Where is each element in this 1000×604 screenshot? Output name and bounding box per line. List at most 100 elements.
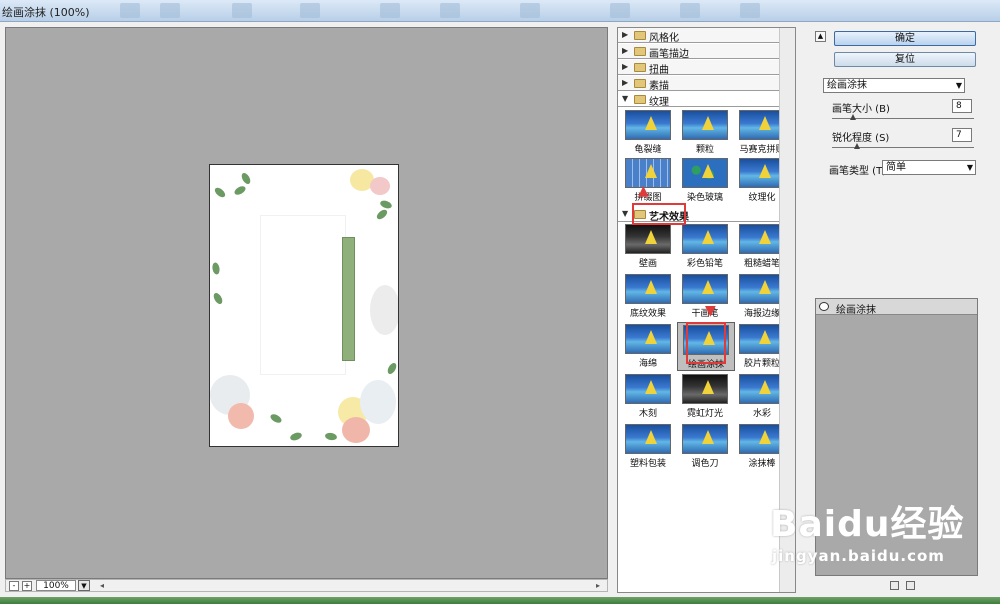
window-title: 绘画涂抹 (100%) xyxy=(2,6,90,19)
category-brush-strokes[interactable]: ▶ 画笔描边 xyxy=(618,44,780,60)
blurred-taskbar-icon xyxy=(380,3,400,18)
blurred-taskbar-icon xyxy=(440,3,460,18)
filter-preview-image xyxy=(625,274,671,304)
filter-preview-image xyxy=(682,224,728,254)
folder-icon xyxy=(634,63,646,72)
watermark: Baidu经验 jingyan.baidu.com xyxy=(770,504,965,565)
leaf-decoration xyxy=(379,199,393,210)
filter-preview-image xyxy=(682,424,728,454)
zoom-bar: - + 100% ▼ ◂ ▸ xyxy=(5,579,608,592)
effect-layer-row[interactable]: 绘画涂抹 xyxy=(816,299,977,316)
expand-arrow-icon: ▶ xyxy=(622,78,629,87)
filter-preview-image xyxy=(682,110,728,140)
brush-size-label: 画笔大小 (B) xyxy=(832,104,890,115)
sharpness-slider-knob[interactable] xyxy=(854,143,860,149)
brush-type-label: 画笔类型 (T): xyxy=(829,166,890,177)
blurred-taskbar-icon xyxy=(520,3,540,18)
zoom-dropdown-button[interactable]: ▼ xyxy=(78,580,90,591)
horizontal-scrollbar[interactable]: ◂ ▸ xyxy=(100,581,600,590)
filter-thumb[interactable]: 霓虹灯光 xyxy=(679,374,731,419)
flower-decoration xyxy=(342,417,370,443)
zoom-out-button[interactable]: - xyxy=(9,581,19,591)
blurred-taskbar-icon xyxy=(300,3,320,18)
flower-decoration xyxy=(360,380,396,424)
leaf-decoration xyxy=(324,432,338,441)
annotation-highlight-box xyxy=(686,322,726,364)
blurred-taskbar-icon xyxy=(120,3,140,18)
preview-image xyxy=(209,164,399,447)
filter-thumb[interactable]: 调色刀 xyxy=(679,424,731,469)
expand-arrow-icon: ▶ xyxy=(622,62,629,71)
flower-decoration xyxy=(370,177,390,195)
sharpness-label: 锐化程度 (S) xyxy=(832,133,890,144)
expand-arrow-icon: ▶ xyxy=(622,30,629,39)
category-stylize[interactable]: ▶ 风格化 xyxy=(618,28,780,44)
filter-thumb[interactable]: 颗粒 xyxy=(679,110,731,155)
reset-button[interactable]: 复位 xyxy=(834,52,976,67)
filter-thumb[interactable]: 塑料包装 xyxy=(622,424,674,469)
leaf-decoration xyxy=(269,412,283,425)
filter-select[interactable]: 绘画涂抹 ▼ xyxy=(823,78,965,93)
sharpness-field[interactable]: 7 xyxy=(952,128,972,142)
brush-size-field[interactable]: 8 xyxy=(952,99,972,113)
image-frame-outline xyxy=(260,215,346,375)
filter-thumb[interactable]: 底纹效果 xyxy=(622,274,674,319)
filter-preview-image xyxy=(625,424,671,454)
leaf-decoration xyxy=(239,171,253,186)
leaf-decoration xyxy=(375,207,389,222)
folder-icon xyxy=(634,47,646,56)
filter-thumb[interactable]: 壁画 xyxy=(622,224,674,269)
image-green-bar xyxy=(342,237,355,361)
filter-thumb[interactable]: 木刻 xyxy=(622,374,674,419)
new-effect-layer-icon[interactable] xyxy=(890,581,899,590)
zoom-level-field[interactable]: 100% xyxy=(36,580,76,591)
category-distort[interactable]: ▶ 扭曲 xyxy=(618,60,780,76)
preview-area[interactable] xyxy=(5,27,608,579)
taskbar-strip xyxy=(0,597,1000,604)
delete-effect-layer-icon[interactable] xyxy=(906,581,915,590)
filter-preview-image xyxy=(682,374,728,404)
annotation-highlight-box xyxy=(632,203,686,225)
leaf-decoration xyxy=(211,261,221,276)
scroll-right-icon[interactable]: ▸ xyxy=(596,581,600,590)
collapse-arrow-icon: ▼ xyxy=(622,209,629,218)
dropdown-arrow-icon: ▼ xyxy=(955,81,962,90)
blurred-taskbar-icon xyxy=(610,3,630,18)
collapse-gallery-icon[interactable]: ▲ xyxy=(815,31,826,42)
folder-icon xyxy=(634,95,646,104)
filter-thumb[interactable]: 染色玻璃 xyxy=(679,158,731,203)
filter-thumb[interactable]: 海绵 xyxy=(622,324,674,369)
filter-preview-image xyxy=(682,158,728,188)
eye-icon[interactable] xyxy=(819,302,829,311)
filter-preview-image xyxy=(625,324,671,354)
brush-type-select[interactable]: 简单 ▼ xyxy=(882,160,976,175)
blurred-taskbar-icon xyxy=(232,3,252,18)
filter-preview-image xyxy=(625,110,671,140)
leaf-decoration xyxy=(211,291,225,306)
blurred-taskbar-icon xyxy=(740,3,760,18)
filter-preview-image xyxy=(682,274,728,304)
category-sketch[interactable]: ▶ 素描 xyxy=(618,76,780,92)
leaf-decoration xyxy=(385,361,398,376)
annotation-arrow-icon: ▼ xyxy=(705,303,716,319)
dropdown-arrow-icon: ▼ xyxy=(966,163,973,172)
ok-button[interactable]: 确定 xyxy=(834,31,976,46)
leaf-decoration xyxy=(213,185,227,200)
filter-thumb[interactable]: 龟裂缝 xyxy=(622,110,674,155)
flower-decoration xyxy=(370,285,398,335)
filter-preview-image xyxy=(625,374,671,404)
collapse-arrow-icon: ▼ xyxy=(622,94,629,103)
scroll-left-icon[interactable]: ◂ xyxy=(100,581,104,590)
zoom-in-button[interactable]: + xyxy=(22,581,32,591)
blurred-taskbar-icon xyxy=(680,3,700,18)
filter-preview-image xyxy=(625,224,671,254)
category-texture[interactable]: ▼ 纹理 xyxy=(618,92,780,108)
folder-icon xyxy=(634,31,646,40)
flower-decoration xyxy=(228,403,254,429)
annotation-arrow-icon: ▲ xyxy=(638,183,649,199)
brush-size-slider-knob[interactable] xyxy=(850,114,856,120)
blurred-taskbar-icon xyxy=(160,3,180,18)
filter-thumb[interactable]: 彩色铅笔 xyxy=(679,224,731,269)
window-titlebar: 绘画涂抹 (100%) xyxy=(0,0,1000,22)
expand-arrow-icon: ▶ xyxy=(622,46,629,55)
